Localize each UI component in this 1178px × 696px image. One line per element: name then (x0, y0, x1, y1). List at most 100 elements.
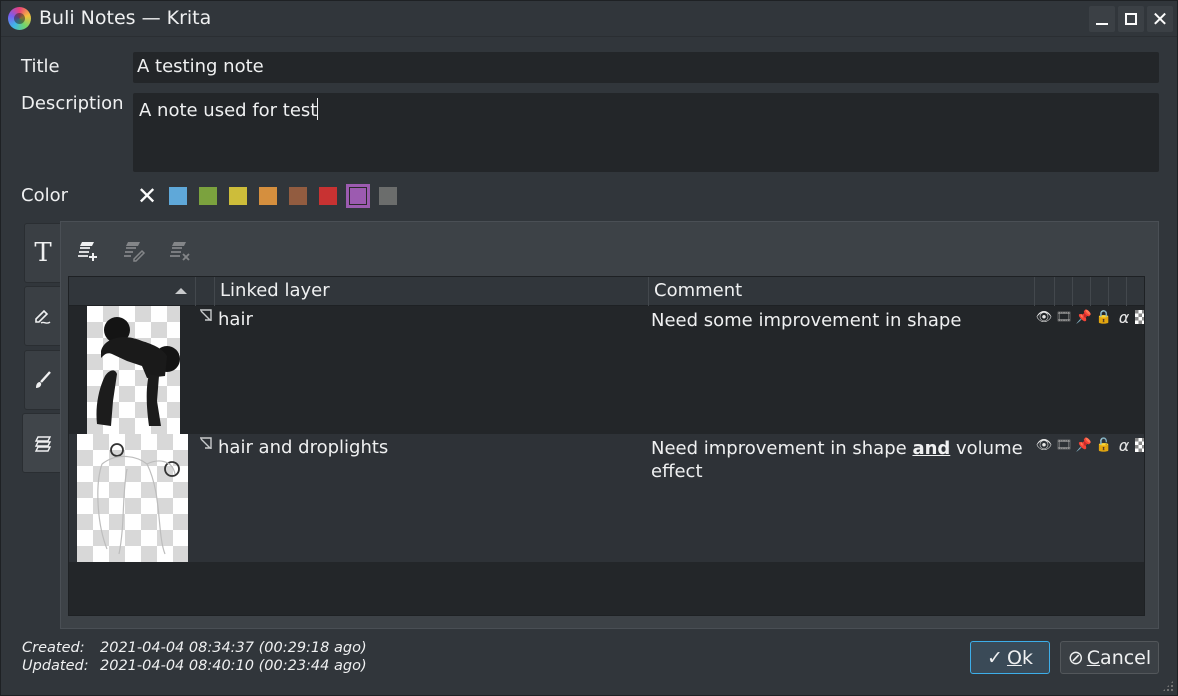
unlocked-icon[interactable]: 🔓 (1095, 437, 1113, 453)
updated-value: 2021-04-04 08:40:10 (00:23:44 ago) (100, 658, 367, 674)
edit-layer-icon (124, 242, 146, 262)
remove-layer-link-button[interactable] (163, 236, 197, 266)
selected-indicator (349, 187, 367, 205)
header-visible[interactable] (1035, 277, 1055, 306)
header-inherit-alpha[interactable] (1125, 277, 1144, 306)
layer-link-icon (200, 309, 212, 321)
remove-layer-icon (170, 242, 190, 261)
header-animated[interactable] (1053, 277, 1073, 306)
color-blue-button[interactable] (169, 187, 187, 205)
table-row[interactable]: hair Need some improvement in shape 👁 🎞 … (69, 306, 1144, 434)
comment-bold-text: and (912, 438, 951, 459)
brush-icon (36, 371, 51, 388)
inherit-alpha-icon[interactable] (1135, 438, 1144, 452)
layer-comment: Need improvement in shape and volume eff… (651, 437, 1031, 483)
color-orange-button[interactable] (259, 187, 277, 205)
minimize-button[interactable] (1089, 6, 1115, 32)
hair-silhouette-image (96, 317, 180, 426)
header-link[interactable] (197, 277, 215, 306)
animated-icon[interactable]: 🎞 (1055, 309, 1073, 325)
ok-button[interactable]: ✓ Ok (970, 641, 1050, 674)
table-header: Linked layer Comment (69, 277, 1144, 306)
header-comment[interactable]: Comment (649, 277, 1035, 306)
color-red-button[interactable] (319, 187, 337, 205)
pinned-icon[interactable]: 📌 (1075, 309, 1093, 325)
linked-layers-panel: Linked layer Comment hair Need some impr… (60, 221, 1159, 629)
title-label: Title (21, 56, 60, 77)
close-icon: ✕ (1151, 7, 1169, 31)
layer-link-icon (200, 437, 212, 449)
alpha-lock-icon[interactable]: α (1115, 436, 1133, 455)
add-layer-link-button[interactable] (71, 236, 105, 266)
title-input[interactable]: A testing note (133, 52, 1159, 83)
title-value: A testing note (137, 56, 264, 77)
locked-icon[interactable]: 🔒 (1095, 309, 1113, 325)
color-gray-button[interactable] (379, 187, 397, 205)
header-linked-layer[interactable]: Linked layer (215, 277, 649, 306)
header-alpha[interactable] (1107, 277, 1127, 306)
hair-droplights-image (97, 443, 180, 555)
layer-properties: 👁 🎞 📌 🔓 α (1035, 436, 1144, 455)
linked-layer-name: hair (218, 309, 253, 330)
add-layer-icon (78, 242, 97, 261)
title-bar: Buli Notes — Krita ✕ (1, 1, 1177, 37)
updated-label: Updated: (22, 658, 89, 674)
no-color-icon: ✕ (136, 182, 158, 210)
visible-icon[interactable]: 👁 (1035, 309, 1053, 325)
pencil-signature-icon (35, 309, 51, 324)
krita-logo-icon (8, 7, 31, 30)
layer-thumbnail (87, 306, 180, 434)
window-title: Buli Notes — Krita (39, 7, 212, 29)
linked-layers-table: Linked layer Comment hair Need some impr… (68, 276, 1145, 616)
pinned-icon[interactable]: 📌 (1075, 437, 1093, 453)
created-label: Created: (22, 640, 85, 656)
sort-ascending-icon (175, 288, 187, 294)
cancel-label: ancel (1100, 646, 1152, 669)
cancel-mnemonic: C (1086, 646, 1101, 669)
maximize-button[interactable] (1118, 6, 1144, 32)
color-green-button[interactable] (199, 187, 217, 205)
alpha-lock-icon[interactable]: α (1115, 308, 1133, 327)
color-yellow-button[interactable] (229, 187, 247, 205)
color-brown-button[interactable] (289, 187, 307, 205)
tab-brush[interactable] (24, 350, 62, 410)
layer-comment: Need some improvement in shape (651, 310, 962, 331)
tab-text[interactable]: T (24, 223, 62, 283)
comment-text: Need improvement in shape (651, 438, 913, 459)
check-icon: ✓ (987, 646, 1003, 669)
text-caret (317, 98, 319, 120)
visible-icon[interactable]: 👁 (1035, 437, 1053, 453)
created-info: Created: 2021-04-04 08:34:37 (00:29:18 ag… (22, 640, 367, 656)
description-input[interactable]: A note used for test (133, 93, 1159, 172)
tab-draw[interactable] (24, 286, 62, 346)
layers-icon (34, 436, 52, 452)
created-value: 2021-04-04 08:34:37 (00:29:18 ago) (100, 640, 367, 656)
header-thumbnail[interactable] (69, 277, 196, 306)
header-locked[interactable] (1089, 277, 1109, 306)
animated-icon[interactable]: 🎞 (1055, 437, 1073, 453)
ok-mnemonic: O (1006, 646, 1022, 669)
layer-link-toolbar (71, 236, 209, 266)
layer-thumbnail (77, 434, 188, 562)
color-purple-button[interactable] (346, 184, 370, 208)
color-none-button[interactable]: ✕ (136, 182, 158, 210)
inherit-alpha-icon[interactable] (1135, 310, 1144, 324)
minimize-icon (1096, 23, 1108, 25)
color-label: Color (21, 185, 68, 206)
header-pinned[interactable] (1071, 277, 1091, 306)
resize-grip[interactable] (1162, 680, 1174, 692)
linked-layer-name: hair and droplights (218, 437, 389, 458)
cancel-icon: ⊘ (1067, 646, 1084, 669)
tab-layers[interactable] (22, 413, 64, 473)
text-icon: T (34, 238, 52, 268)
buli-notes-dialog: Buli Notes — Krita ✕ Title A testing not… (0, 0, 1178, 696)
layer-properties: 👁 🎞 📌 🔒 α (1035, 308, 1144, 327)
ok-label: k (1021, 646, 1033, 669)
cancel-button[interactable]: ⊘ Cancel (1060, 641, 1159, 674)
maximize-icon (1125, 13, 1137, 25)
color-picker: ✕ (136, 182, 409, 210)
table-row[interactable]: hair and droplights Need improvement in … (69, 434, 1144, 562)
updated-info: Updated: 2021-04-04 08:40:10 (00:23:44 ag… (22, 658, 367, 674)
close-button[interactable]: ✕ (1147, 6, 1173, 32)
edit-layer-link-button[interactable] (117, 236, 151, 266)
